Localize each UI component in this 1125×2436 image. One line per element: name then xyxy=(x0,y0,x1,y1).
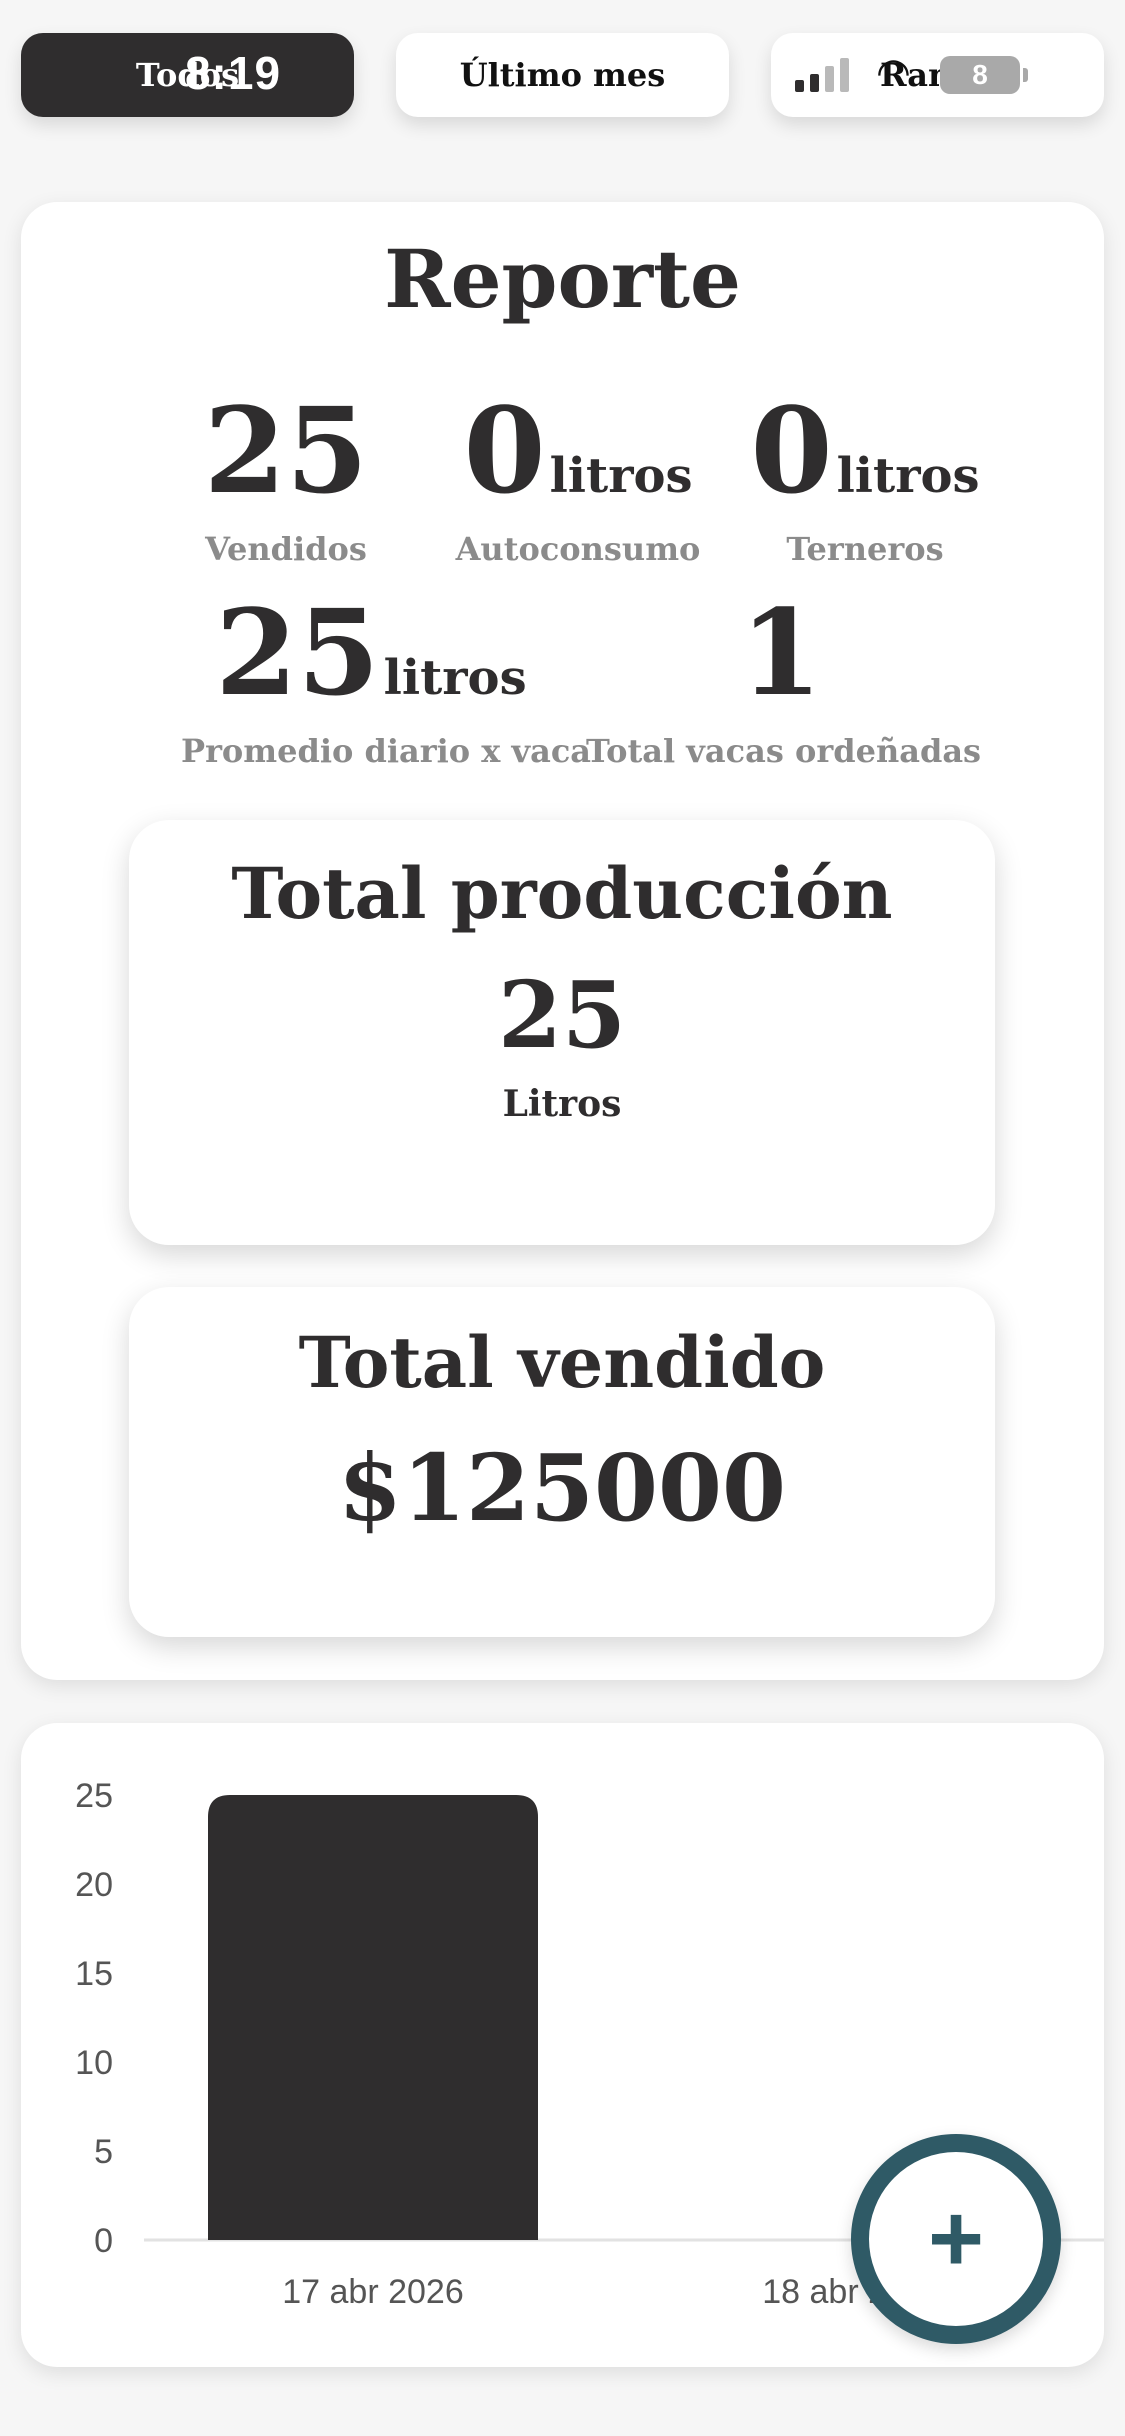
stat-terneros-value: 0 xyxy=(750,381,833,520)
report-title: Reporte xyxy=(384,232,741,326)
stat-vacas: 1 Total vacas ordeñadas xyxy=(586,594,982,771)
stat-vendidos-value: 25 xyxy=(203,381,369,520)
stat-vendidos: 25 Vendidos xyxy=(161,392,411,569)
y-tick-label: 0 xyxy=(94,2222,113,2260)
y-tick-label: 5 xyxy=(94,2133,113,2171)
total-vendido-title: Total vendido xyxy=(298,1321,826,1404)
stat-vacas-label: Total vacas ordeñadas xyxy=(586,732,982,770)
total-vendido-value: $125000 xyxy=(337,1434,787,1542)
stat-promedio-unit: litros xyxy=(383,650,527,706)
stat-autoconsumo-unit: litros xyxy=(549,448,693,504)
x-tick-label: 17 abr 2026 xyxy=(282,2273,464,2311)
stat-vacas-value: 1 xyxy=(739,583,823,722)
total-produccion-value: 25 xyxy=(497,961,627,1069)
y-tick-label: 25 xyxy=(75,1777,113,1815)
report-card: Reporte 25 Vendidos 0litros Autoconsumo … xyxy=(21,202,1104,1680)
plus-icon: + xyxy=(927,2185,985,2292)
y-tick-label: 20 xyxy=(75,1866,113,1904)
stat-terneros: 0litros Terneros xyxy=(735,392,995,569)
stat-autoconsumo-value: 0 xyxy=(463,381,546,520)
tab-todos[interactable]: Todos xyxy=(21,33,354,117)
filter-tabs: Todos Último mes Rango xyxy=(21,33,1104,117)
total-produccion-unit: Litros xyxy=(502,1083,622,1125)
y-tick-label: 10 xyxy=(75,2044,113,2082)
stat-terneros-unit: litros xyxy=(836,448,980,504)
stat-promedio: 25litros Promedio diario x vaca xyxy=(181,594,592,771)
y-tick-label: 15 xyxy=(75,1955,113,1993)
stat-promedio-value: 25 xyxy=(215,583,380,722)
tab-rango[interactable]: Rango xyxy=(771,33,1104,117)
total-produccion-title: Total producción xyxy=(231,852,893,935)
stat-autoconsumo-label: Autoconsumo xyxy=(455,530,701,568)
tab-ultimo-mes[interactable]: Último mes xyxy=(396,33,729,117)
stat-vendidos-label: Vendidos xyxy=(205,530,367,568)
total-vendido-card: Total vendido $125000 xyxy=(129,1287,995,1637)
add-button[interactable]: + xyxy=(851,2134,1061,2344)
stat-autoconsumo: 0litros Autoconsumo xyxy=(433,392,723,569)
chart-bar xyxy=(208,1795,538,2240)
total-produccion-card: Total producción 25 Litros xyxy=(129,820,995,1245)
stat-terneros-label: Terneros xyxy=(786,530,944,568)
stat-promedio-label: Promedio diario x vaca xyxy=(181,732,592,770)
